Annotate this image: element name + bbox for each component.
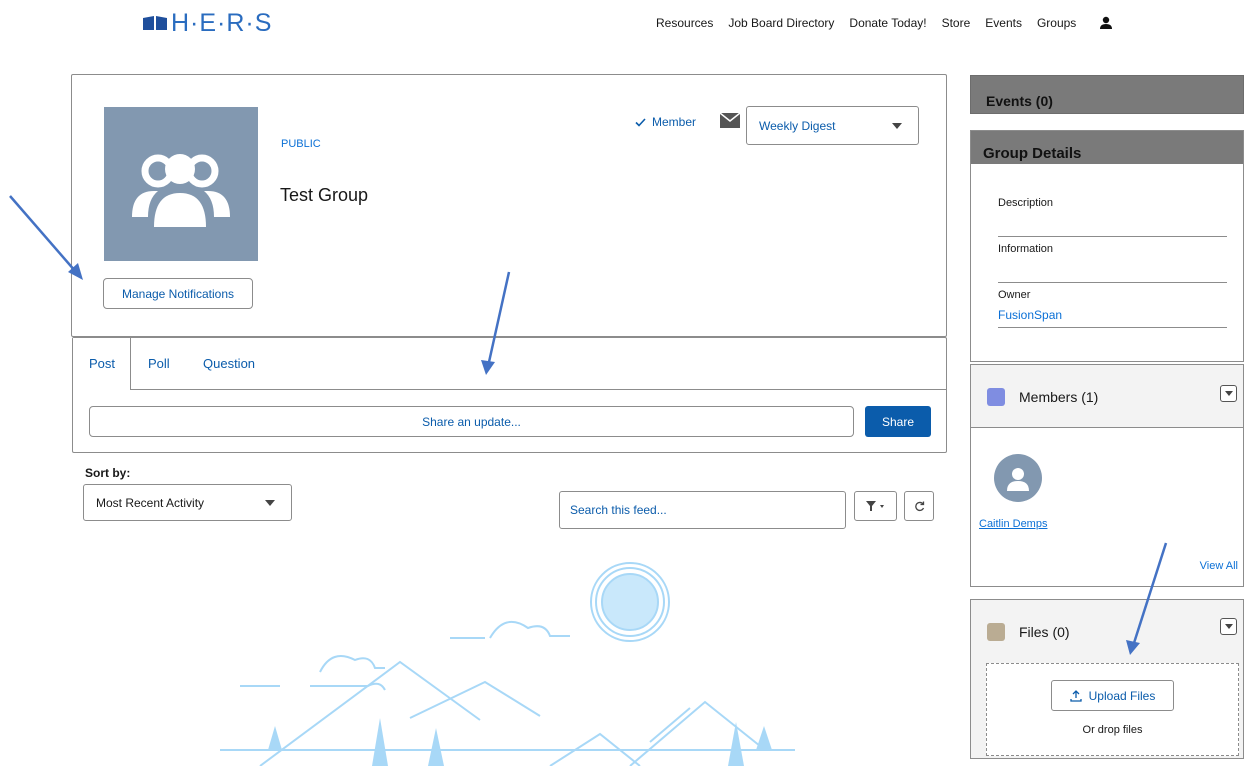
refresh-icon: [914, 501, 924, 511]
members-menu-button[interactable]: [1220, 385, 1237, 402]
refresh-button[interactable]: [904, 491, 934, 521]
user-icon: [1007, 468, 1029, 491]
information-label: Information: [998, 243, 1054, 255]
members-title: Members (1): [1019, 389, 1099, 405]
details-title: Group Details: [971, 131, 1243, 164]
filter-button[interactable]: [854, 491, 897, 521]
upload-files-button[interactable]: Upload Files: [1051, 680, 1174, 711]
divider: [998, 282, 1227, 283]
top-nav: Resources Job Board Directory Donate Tod…: [656, 16, 1113, 30]
nav-store[interactable]: Store: [942, 16, 971, 30]
chevron-down-icon: [892, 123, 902, 129]
chevron-down-icon: [265, 500, 275, 506]
logo-text: H·E·R·S: [171, 8, 273, 37]
manage-notifications-button[interactable]: Manage Notifications: [103, 278, 253, 309]
nav-groups[interactable]: Groups: [1037, 16, 1076, 30]
visibility-label: PUBLIC: [281, 138, 321, 150]
share-button[interactable]: Share: [865, 406, 931, 437]
nav-job-board[interactable]: Job Board Directory: [728, 16, 834, 30]
tab-poll[interactable]: Poll: [148, 356, 170, 371]
chevron-down-icon: [1224, 391, 1233, 396]
publisher-card: Post Poll Question Share an update... Sh…: [72, 337, 947, 453]
view-all-link[interactable]: View All: [1200, 560, 1238, 572]
nav-donate[interactable]: Donate Today!: [849, 16, 926, 30]
group-details-panel: Group Details Description Information Ow…: [970, 130, 1244, 362]
check-icon: [635, 117, 646, 127]
nav-resources[interactable]: Resources: [656, 16, 713, 30]
empty-feed-illustration: [220, 562, 795, 766]
owner-link[interactable]: FusionSpan: [998, 308, 1062, 322]
mail-icon[interactable]: [720, 113, 740, 128]
member-status-label: Member: [652, 115, 697, 129]
sort-value: Most Recent Activity: [96, 495, 205, 510]
chevron-down-icon: [1224, 624, 1233, 629]
avatar[interactable]: [994, 454, 1042, 502]
files-menu-button[interactable]: [1220, 618, 1237, 635]
book-icon: [143, 16, 167, 30]
files-title: Files (0): [1019, 624, 1070, 640]
filter-icon: [865, 501, 884, 511]
drop-files-label: Or drop files: [1082, 724, 1143, 736]
divider: [998, 236, 1227, 237]
files-panel: Files (0) Upload Files Or drop files: [970, 599, 1244, 759]
site-logo[interactable]: H·E·R·S: [143, 8, 272, 38]
nav-events[interactable]: Events: [985, 16, 1022, 30]
sort-label: Sort by:: [85, 466, 131, 480]
group-title: Test Group: [280, 185, 369, 205]
owner-label: Owner: [998, 289, 1031, 301]
search-placeholder: Search this feed...: [570, 503, 667, 517]
user-icon[interactable]: [1099, 16, 1113, 30]
description-label: Description: [998, 197, 1054, 209]
tab-post[interactable]: Post: [89, 356, 115, 371]
feed-search-input[interactable]: Search this feed...: [559, 491, 846, 529]
divider: [998, 327, 1227, 328]
sort-select[interactable]: Most Recent Activity: [83, 484, 292, 521]
digest-value: Weekly Digest: [759, 118, 836, 133]
tab-question[interactable]: Question: [203, 356, 255, 371]
events-panel[interactable]: Events (0): [970, 75, 1244, 114]
upload-icon: [1069, 689, 1082, 702]
file-dropzone[interactable]: Upload Files Or drop files: [986, 663, 1239, 756]
group-icon: [132, 154, 230, 227]
members-panel: Members (1) Caitlin Demps View All: [970, 364, 1244, 587]
share-update-input[interactable]: Share an update...: [89, 406, 854, 437]
group-avatar: [104, 107, 258, 261]
files-icon: [987, 623, 1005, 641]
members-header: Members (1): [971, 365, 1243, 428]
group-profile-card: PUBLIC Test Group Manage Notifications M…: [71, 74, 947, 337]
digest-select[interactable]: Weekly Digest: [746, 106, 919, 145]
member-status[interactable]: Member: [635, 115, 696, 129]
member-name-link[interactable]: Caitlin Demps: [979, 518, 1047, 530]
members-icon: [987, 388, 1005, 406]
publisher-tabs: Post Poll Question: [73, 338, 946, 390]
upload-label: Upload Files: [1088, 688, 1156, 703]
annotation-arrow: [9, 195, 77, 273]
